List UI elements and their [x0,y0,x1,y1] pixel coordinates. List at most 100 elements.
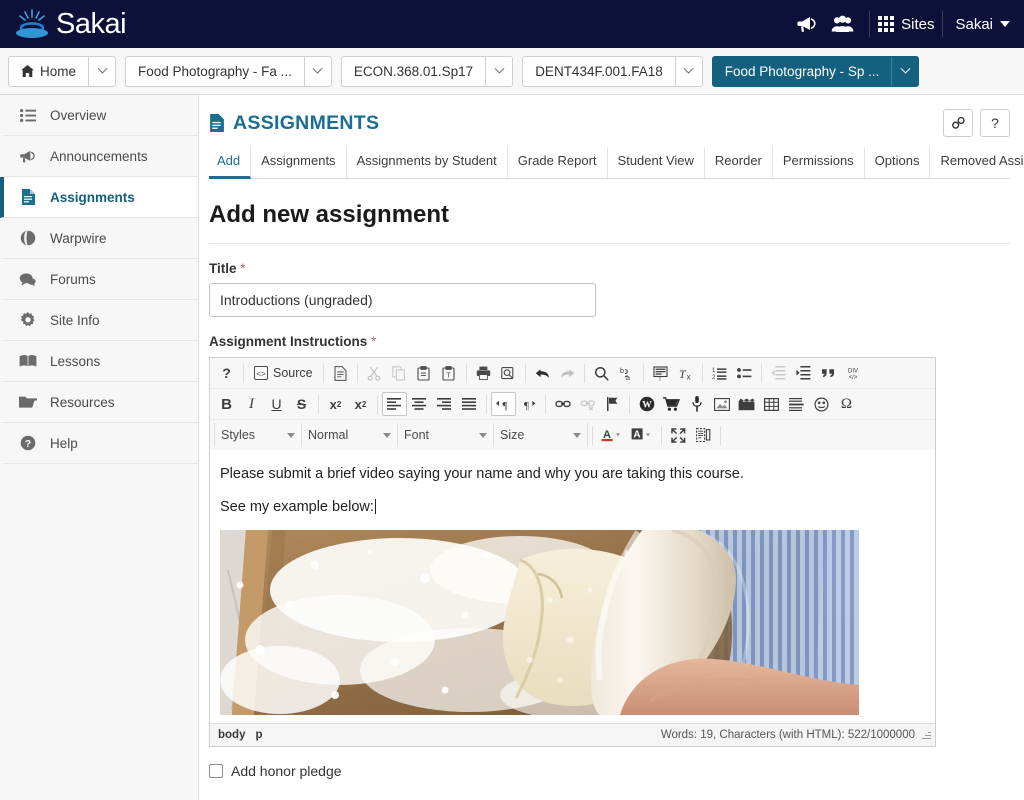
bold-icon[interactable]: B [214,392,239,416]
increase-indent-icon[interactable] [791,361,816,385]
honor-pledge-label: Add honor pledge [231,763,342,779]
tab-grade-report[interactable]: Grade Report [508,147,608,178]
site-tab-food-photography-fa[interactable]: Food Photography - Fa ... [125,55,332,87]
tab-student-view[interactable]: Student View [608,147,705,178]
align-right-icon[interactable] [432,392,457,416]
site-tab-econ-368[interactable]: ECON.368.01.Sp17 [340,55,514,87]
redo-icon[interactable] [555,361,580,385]
site-tab-dropdown[interactable] [485,56,512,86]
permalink-button[interactable] [943,109,973,137]
site-tab-home[interactable]: Home [8,55,117,87]
embedded-video-thumbnail[interactable] [220,530,859,716]
title-input[interactable] [209,283,596,317]
help-button[interactable]: ? [980,109,1010,137]
microphone-icon[interactable] [684,392,709,416]
anchor-flag-icon[interactable] [600,392,625,416]
new-page-icon[interactable] [328,361,353,385]
sidebar-item-lessons[interactable]: Lessons [0,341,198,382]
copy-icon[interactable] [387,361,412,385]
strikethrough-icon[interactable]: S [289,392,314,416]
format-dropdown[interactable]: Normal [302,423,398,447]
link-icon[interactable] [550,392,575,416]
paste-as-text-icon[interactable]: T [437,361,462,385]
warpwire-icon[interactable]: W [634,392,659,416]
image-icon[interactable] [709,392,734,416]
remove-format-icon[interactable]: Tx [673,361,698,385]
megaphone-icon[interactable] [789,0,824,48]
sidebar-item-resources[interactable]: Resources [0,382,198,423]
source-button[interactable]: <> Source [248,361,319,385]
sidebar-item-label: Lessons [50,353,101,369]
element-path-p[interactable]: p [255,729,262,741]
site-tab-dropdown[interactable] [303,56,331,86]
select-all-icon[interactable]: I [648,361,673,385]
background-color-icon[interactable]: A [627,423,657,447]
preview-icon[interactable] [496,361,521,385]
sites-button[interactable]: Sites [878,16,934,33]
size-dropdown[interactable]: Size [494,423,588,447]
italic-icon[interactable]: I [239,392,264,416]
site-tab-dent434f[interactable]: DENT434F.001.FA18 [522,55,703,87]
tab-reorder[interactable]: Reorder [705,147,773,178]
sidebar-item-warpwire[interactable]: Warpwire [0,218,198,259]
movie-clapper-icon[interactable] [734,392,759,416]
align-left-icon[interactable] [382,392,407,416]
tab-assignments-by-student[interactable]: Assignments by Student [347,147,508,178]
tab-removed-assignments[interactable]: Removed Assignments [930,147,1024,178]
tab-assignments[interactable]: Assignments [251,147,347,178]
site-tab-dropdown[interactable] [891,56,918,86]
cut-icon[interactable] [362,361,387,385]
align-justify-icon[interactable] [457,392,482,416]
subscript-icon[interactable]: x2 [323,392,348,416]
editor-content-area[interactable]: Please submit a brief video saying your … [210,450,935,723]
user-menu-button[interactable]: Sakai [951,16,1010,33]
sidebar-item-forums[interactable]: Forums [0,259,198,300]
help-icon[interactable]: ? [214,361,239,385]
paste-icon[interactable] [412,361,437,385]
text-color-icon[interactable]: A [597,423,627,447]
numbered-list-icon[interactable]: 12 [707,361,732,385]
undo-icon[interactable] [530,361,555,385]
font-dropdown[interactable]: Font [398,423,494,447]
horizontal-rule-icon[interactable] [784,392,809,416]
smiley-icon[interactable] [809,392,834,416]
sidebar-item-overview[interactable]: Overview [0,95,198,136]
sidebar-item-announcements[interactable]: Announcements [0,136,198,177]
honor-pledge-checkbox[interactable] [209,764,223,778]
blockquote-icon[interactable] [816,361,841,385]
sidebar-item-assignments[interactable]: Assignments [0,177,198,218]
align-center-icon[interactable] [407,392,432,416]
show-blocks-icon[interactable] [691,423,716,447]
sidebar-item-site-info[interactable]: Site Info [0,300,198,341]
superscript-icon[interactable]: x2 [348,392,373,416]
sidebar-item-help[interactable]: ? Help [0,423,198,464]
honor-pledge-row[interactable]: Add honor pledge [209,763,1010,779]
sakai-logo[interactable]: Sakai [12,7,127,41]
print-icon[interactable] [471,361,496,385]
element-path[interactable]: body p [218,729,263,741]
find-icon[interactable] [589,361,614,385]
format-dropdown-label: Normal [308,428,349,442]
table-icon[interactable] [759,392,784,416]
underline-icon[interactable]: U [264,392,289,416]
cart-icon[interactable] [659,392,684,416]
text-direction-rtl-icon[interactable]: ¶ [516,392,541,416]
styles-dropdown[interactable]: Styles [214,423,302,447]
site-tab-dropdown[interactable] [674,56,702,86]
tab-permissions[interactable]: Permissions [773,147,865,178]
tab-options[interactable]: Options [865,147,931,178]
replace-icon[interactable]: ba [614,361,639,385]
site-tab-food-photography-sp-active[interactable]: Food Photography - Sp ... [711,55,920,87]
resize-grip-icon[interactable] [921,730,931,740]
text-direction-ltr-icon[interactable]: ¶ [491,392,516,416]
unlink-icon[interactable] [575,392,600,416]
bulleted-list-icon[interactable] [732,361,757,385]
tab-add[interactable]: Add [209,147,252,179]
element-path-body[interactable]: body [218,729,245,741]
users-group-icon[interactable] [824,0,861,48]
site-tab-home-dropdown[interactable] [88,56,115,86]
decrease-indent-icon[interactable] [766,361,791,385]
special-character-icon[interactable]: Ω [834,392,859,416]
maximize-icon[interactable] [666,423,691,447]
div-container-icon[interactable]: DIV </> [841,361,866,385]
